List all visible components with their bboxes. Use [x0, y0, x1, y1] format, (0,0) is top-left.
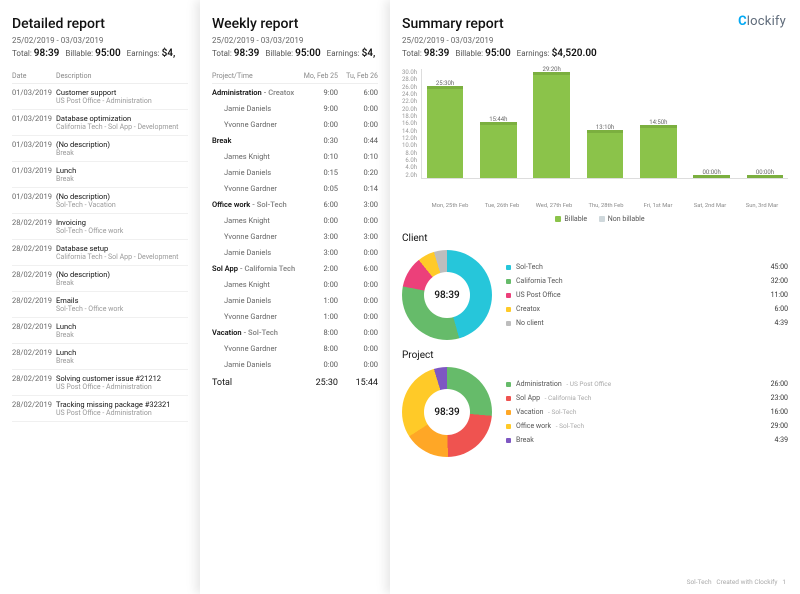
table-row: 28/02/2019InvoicingSol-Tech - Office wor…	[12, 214, 188, 240]
project-donut: 98:39	[402, 367, 492, 457]
table-row: Break0:300:44	[212, 132, 378, 148]
detailed-report-panel: Detailed report 25/02/2019 - 03/03/2019 …	[0, 0, 200, 594]
table-row: Jamie Daniels3:000:00	[212, 244, 378, 260]
table-row: 28/02/2019LunchBreak	[12, 344, 188, 370]
chart-plot: 25:30h15:44h29:20h13:10h14:50h00:00h00:0…	[421, 69, 788, 179]
table-row: Vacation - Sol-Tech8:000:00	[212, 324, 378, 340]
weekly-total-v1: 25:30	[298, 372, 338, 388]
client-section-title: Client	[402, 233, 788, 244]
chart-legend: Billable Non billable	[402, 215, 788, 223]
table-row: Yvonne Gardner0:050:14	[212, 180, 378, 196]
totals-line: Total: 98:39 Billable: 95:00 Earnings: $…	[212, 48, 378, 59]
bar: 14:50h	[635, 69, 681, 178]
table-row: James Knight0:000:00	[212, 212, 378, 228]
bar: 00:00h	[689, 69, 735, 178]
date-range: 25/02/2019 - 03/03/2019	[12, 36, 188, 45]
bar: 29:20h	[529, 69, 575, 178]
col-desc: Description	[56, 69, 188, 84]
bar: 15:44h	[475, 69, 521, 178]
legend-dot-nonbillable	[599, 216, 605, 222]
list-item: US Post Office11:00	[506, 288, 788, 302]
table-row: 01/03/2019(No description)Sol-Tech - Vac…	[12, 188, 188, 214]
table-row: Yvonne Gardner8:000:00	[212, 340, 378, 356]
table-row: Jamie Daniels1:000:00	[212, 292, 378, 308]
bar: 25:30h	[422, 69, 468, 178]
list-item: Sol App - California Tech23:00	[506, 391, 788, 405]
col-d1: Mo, Feb 25	[298, 69, 338, 84]
summary-title: Summary report	[402, 16, 788, 32]
list-item: California Tech32:00	[506, 274, 788, 288]
table-row: 28/02/2019Database setupCalifornia Tech …	[12, 240, 188, 266]
list-item: Administration - US Post Office26:00	[506, 377, 788, 391]
client-donut-row: 98:39 Sol-Tech45:00California Tech32:00U…	[402, 250, 788, 340]
bar: 13:10h	[582, 69, 628, 178]
weekly-report-panel: Weekly report 25/02/2019 - 03/03/2019 To…	[200, 0, 390, 594]
table-row: 28/02/2019Solving customer issue #21212U…	[12, 370, 188, 396]
page-footer: Sol-Tech Created with Clockify 1	[687, 578, 786, 586]
weekly-title: Weekly report	[212, 16, 378, 32]
table-row: Jamie Daniels9:000:00	[212, 100, 378, 116]
table-row: 28/02/2019Tracking missing package #3232…	[12, 396, 188, 422]
totals-line: Total: 98:39 Billable: 95:00 Earnings: $…	[12, 48, 188, 59]
y-axis-labels: 30.0h28.0h26.0h24.0h22.0h20.0h18.0h16.0h…	[402, 69, 421, 179]
project-donut-row: 98:39 Administration - US Post Office26:…	[402, 367, 788, 457]
weekly-total-v2: 15:44	[338, 372, 378, 388]
table-row: Administration - Creatox9:006:00	[212, 84, 378, 101]
table-row: 28/02/2019EmailsSol-Tech - Office work	[12, 292, 188, 318]
x-axis-labels: Mon, 25th FebTue, 26th FebWed, 27th FebT…	[424, 203, 788, 209]
detailed-title: Detailed report	[12, 16, 188, 32]
table-row: Sol App - California Tech2:006:00	[212, 260, 378, 276]
table-row: James Knight0:000:00	[212, 276, 378, 292]
table-row: 01/03/2019Customer supportUS Post Office…	[12, 84, 188, 110]
table-row: Jamie Daniels0:150:20	[212, 164, 378, 180]
weekly-total-label: Total	[212, 372, 298, 388]
list-item: Creatox6:00	[506, 302, 788, 316]
weekly-table: Project/TimeMo, Feb 25Tu, Feb 26 Adminis…	[212, 69, 378, 388]
table-row: James Knight0:100:10	[212, 148, 378, 164]
detailed-table: DateDescription 01/03/2019Customer suppo…	[12, 69, 188, 422]
table-row: 28/02/2019(No description)Break	[12, 266, 188, 292]
date-range: 25/02/2019 - 03/03/2019	[402, 36, 788, 45]
list-item: No client4:39	[506, 316, 788, 330]
list-item: Vacation - Sol-Tech16:00	[506, 405, 788, 419]
project-list: Administration - US Post Office26:00Sol …	[506, 377, 788, 447]
totals-line: Total: 98:39 Billable: 95:00 Earnings: $…	[402, 48, 788, 59]
table-row: 01/03/2019LunchBreak	[12, 162, 188, 188]
date-range: 25/02/2019 - 03/03/2019	[212, 36, 378, 45]
bar-chart: 30.0h28.0h26.0h24.0h22.0h20.0h18.0h16.0h…	[402, 69, 788, 199]
table-row: 28/02/2019LunchBreak	[12, 318, 188, 344]
project-section-title: Project	[402, 350, 788, 361]
brand-logo: Clockify	[738, 14, 786, 29]
legend-dot-billable	[555, 216, 561, 222]
table-row: Yvonne Gardner3:003:00	[212, 228, 378, 244]
list-item: Sol-Tech45:00	[506, 260, 788, 274]
list-item: Break4:39	[506, 433, 788, 447]
table-row: Yvonne Gardner0:000:00	[212, 116, 378, 132]
table-row: 01/03/2019(No description)Break	[12, 136, 188, 162]
col-proj: Project/Time	[212, 69, 298, 84]
col-date: Date	[12, 69, 56, 84]
list-item: Office work - Sol-Tech29:00	[506, 419, 788, 433]
bar: 00:00h	[742, 69, 788, 178]
table-row: Office work - Sol-Tech6:003:00	[212, 196, 378, 212]
col-d2: Tu, Feb 26	[338, 69, 378, 84]
table-row: Yvonne Gardner1:000:00	[212, 308, 378, 324]
client-donut: 98:39	[402, 250, 492, 340]
table-row: Jamie Daniels0:000:00	[212, 356, 378, 372]
client-list: Sol-Tech45:00California Tech32:00US Post…	[506, 260, 788, 330]
summary-report-panel: Clockify Summary report 25/02/2019 - 03/…	[390, 0, 800, 594]
table-row: 01/03/2019Database optimizationCaliforni…	[12, 110, 188, 136]
